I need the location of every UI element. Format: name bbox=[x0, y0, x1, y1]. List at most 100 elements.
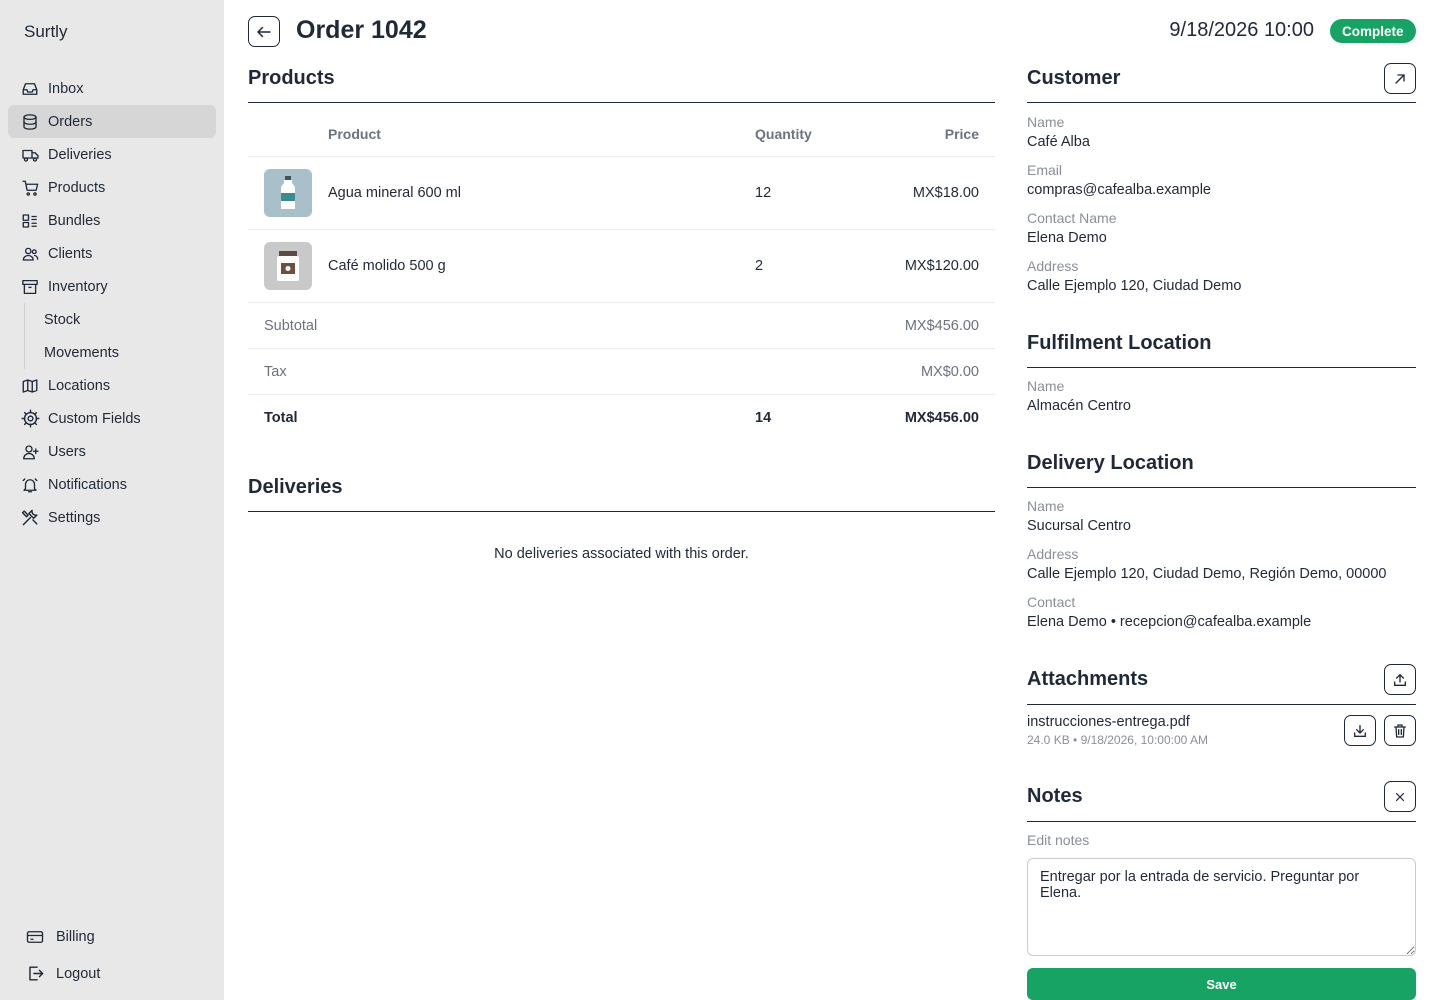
bell-icon bbox=[20, 475, 40, 495]
tools-icon bbox=[20, 508, 40, 528]
sidebar-item-label: Notifications bbox=[48, 476, 127, 493]
back-button[interactable] bbox=[248, 16, 280, 47]
status-badge: Complete bbox=[1330, 19, 1416, 43]
product-quantity: 2 bbox=[755, 258, 764, 274]
tax-value: MX$0.00 bbox=[920, 363, 979, 380]
customer-email-label: Email bbox=[1027, 162, 1063, 178]
products-table: Product Quantity Price Agua mineral 600 … bbox=[248, 112, 995, 441]
sidebar-item-movements[interactable]: Movements bbox=[25, 336, 216, 369]
tax-row: Tax MX$0.00 bbox=[248, 349, 995, 395]
delivery-location-contact-label: Contact bbox=[1027, 594, 1076, 610]
customer-name-label: Name bbox=[1027, 114, 1065, 130]
sidebar-item-inbox[interactable]: Inbox bbox=[8, 72, 216, 105]
customer-email: compras@cafealba.example bbox=[1027, 182, 1211, 198]
product-name: Café molido 500 g bbox=[328, 258, 446, 274]
sidebar-item-settings[interactable]: Settings bbox=[8, 501, 216, 534]
sidebar-item-label: Inventory bbox=[48, 278, 108, 295]
sidebar-item-label: Stock bbox=[44, 311, 81, 328]
upload-icon bbox=[1392, 672, 1408, 688]
product-price: MX$120.00 bbox=[904, 258, 979, 274]
arrow-left-icon bbox=[255, 23, 273, 41]
sidebar-item-custom-fields[interactable]: Custom Fields bbox=[8, 402, 216, 435]
attachments-section-title: Attachments bbox=[1027, 668, 1149, 690]
close-notes-button[interactable] bbox=[1384, 781, 1416, 812]
fulfilment-name: Almacén Centro bbox=[1027, 398, 1131, 414]
notes-textarea[interactable]: Entregar por la entrada de servicio. Pre… bbox=[1027, 858, 1416, 956]
customer-address: Calle Ejemplo 120, Ciudad Demo bbox=[1027, 278, 1242, 294]
trash-icon bbox=[1392, 723, 1408, 739]
main-nav: Inbox Orders Deliveries Products Bundles bbox=[8, 72, 216, 534]
customer-name: Café Alba bbox=[1027, 134, 1090, 150]
sidebar-item-label: Orders bbox=[48, 113, 93, 130]
credit-card-icon bbox=[24, 926, 46, 948]
sidebar-item-label: Deliveries bbox=[48, 146, 112, 163]
column-header-quantity: Quantity bbox=[755, 126, 812, 142]
download-icon bbox=[1352, 723, 1368, 739]
customer-contact-label: Contact Name bbox=[1027, 210, 1117, 226]
attachment-file-name[interactable]: instrucciones-entrega.pdf bbox=[1027, 714, 1190, 730]
sidebar-item-label: Movements bbox=[44, 344, 119, 361]
column-header-product: Product bbox=[328, 126, 381, 142]
sidebar-item-label: Users bbox=[48, 443, 86, 460]
table-row[interactable]: Café molido 500 g 2 MX$120.00 bbox=[248, 230, 995, 303]
sidebar-item-label: Bundles bbox=[48, 212, 101, 229]
deliveries-section-title: Deliveries bbox=[248, 476, 343, 498]
archive-icon bbox=[20, 277, 40, 297]
upload-attachment-button[interactable] bbox=[1384, 664, 1416, 695]
sidebar-item-label: Locations bbox=[48, 377, 111, 394]
sidebar-item-deliveries[interactable]: Deliveries bbox=[8, 138, 216, 171]
sidebar-item-label: Clients bbox=[48, 245, 93, 262]
sidebar-item-bundles[interactable]: Bundles bbox=[8, 204, 216, 237]
subtotal-row: Subtotal MX$456.00 bbox=[248, 303, 995, 349]
water-bottle-icon bbox=[264, 169, 312, 217]
save-notes-button[interactable]: Save bbox=[1027, 968, 1416, 1000]
customer-contact: Elena Demo bbox=[1027, 230, 1107, 246]
users-icon bbox=[20, 244, 40, 264]
page-title: Order 1042 bbox=[296, 16, 427, 44]
sidebar-item-stock[interactable]: Stock bbox=[25, 303, 216, 336]
product-price: MX$18.00 bbox=[912, 185, 979, 201]
deliveries-divider bbox=[248, 511, 995, 512]
delivery-location-name: Sucursal Centro bbox=[1027, 518, 1131, 534]
sidebar-item-label: Products bbox=[48, 179, 106, 196]
sidebar-item-inventory[interactable]: Inventory bbox=[8, 270, 216, 303]
sidebar-item-label: Custom Fields bbox=[48, 410, 141, 427]
delivery-location-name-label: Name bbox=[1027, 498, 1065, 514]
total-value: MX$456.00 bbox=[904, 410, 979, 426]
sidebar-item-label: Logout bbox=[56, 965, 101, 982]
subtotal-value: MX$456.00 bbox=[904, 317, 979, 334]
table-row[interactable]: Agua mineral 600 ml 12 MX$18.00 bbox=[248, 157, 995, 230]
total-row: Total 14 MX$456.00 bbox=[248, 395, 995, 441]
user-plus-icon bbox=[20, 442, 40, 462]
download-attachment-button[interactable] bbox=[1344, 715, 1376, 746]
attachment-file-meta: 24.0 KB • 9/18/2026, 10:00:00 AM bbox=[1027, 733, 1209, 747]
fulfilment-section-title: Fulfilment Location bbox=[1027, 332, 1212, 354]
open-customer-button[interactable] bbox=[1384, 63, 1416, 94]
sidebar-item-label: Settings bbox=[48, 509, 101, 526]
sidebar-item-logout[interactable]: Logout bbox=[16, 955, 216, 992]
delivery-location-divider bbox=[1027, 487, 1416, 488]
sidebar-item-products[interactable]: Products bbox=[8, 171, 216, 204]
deliveries-empty-message: No deliveries associated with this order… bbox=[494, 546, 749, 562]
sidebar-item-users[interactable]: Users bbox=[8, 435, 216, 468]
sidebar-item-locations[interactable]: Locations bbox=[8, 369, 216, 402]
coffee-jar-icon bbox=[264, 242, 312, 290]
sidebar-item-clients[interactable]: Clients bbox=[8, 237, 216, 270]
product-quantity: 12 bbox=[755, 185, 772, 201]
delete-attachment-button[interactable] bbox=[1384, 715, 1416, 746]
products-section-title: Products bbox=[248, 67, 335, 89]
subtotal-label: Subtotal bbox=[264, 317, 318, 334]
brand-name: Surtly bbox=[24, 22, 68, 41]
delivery-location-address: Calle Ejemplo 120, Ciudad Demo, Región D… bbox=[1027, 566, 1387, 582]
delivery-location-contact: Elena Demo • recepcion@cafealba.example bbox=[1027, 614, 1312, 630]
sidebar-item-notifications[interactable]: Notifications bbox=[8, 468, 216, 501]
fulfilment-name-label: Name bbox=[1027, 378, 1065, 394]
notes-edit-label: Edit notes bbox=[1027, 832, 1090, 848]
table-header: Product Quantity Price bbox=[248, 112, 995, 157]
customer-section-title: Customer bbox=[1027, 67, 1121, 89]
sidebar-item-label: Billing bbox=[56, 928, 95, 945]
product-name: Agua mineral 600 ml bbox=[328, 185, 461, 201]
sidebar-item-orders[interactable]: Orders bbox=[8, 105, 216, 138]
notes-section-title: Notes bbox=[1027, 785, 1083, 807]
sidebar-item-billing[interactable]: Billing bbox=[16, 918, 216, 955]
